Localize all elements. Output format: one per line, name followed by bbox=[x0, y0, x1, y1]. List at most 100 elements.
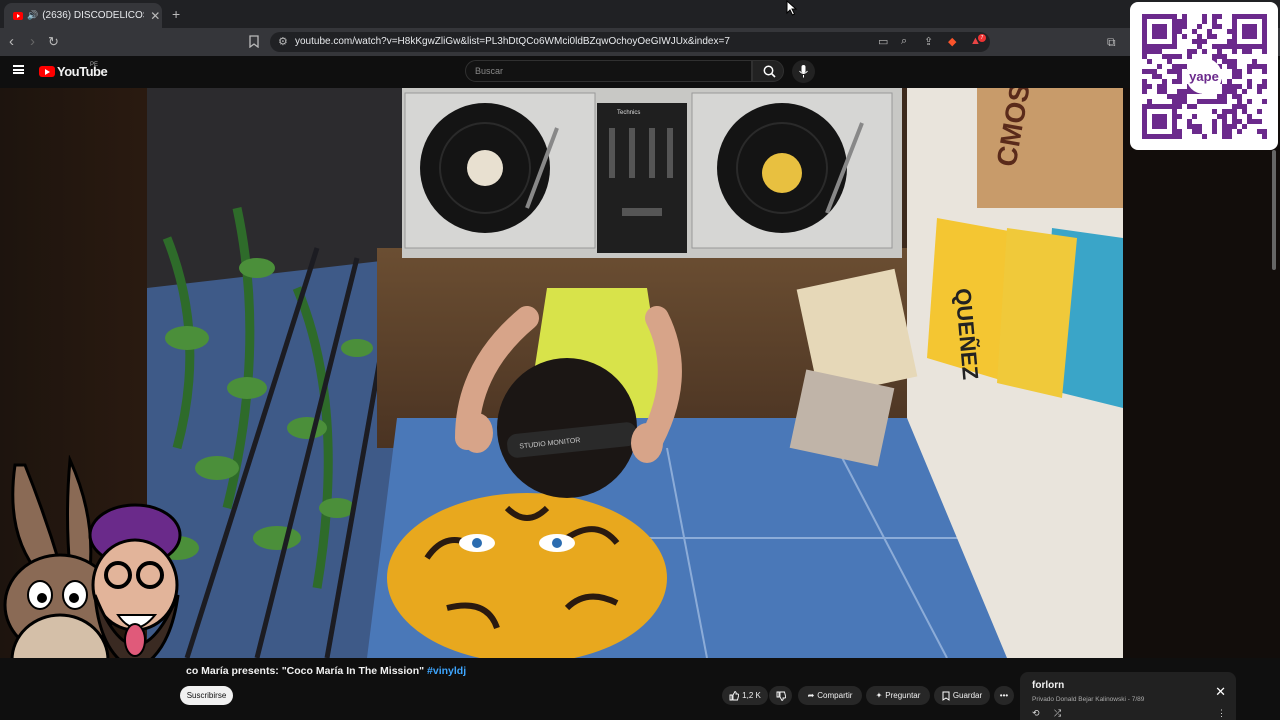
qr-module bbox=[1222, 94, 1227, 99]
playlist-menu-icon[interactable]: ⋮ bbox=[1217, 708, 1226, 719]
qr-finder bbox=[1152, 24, 1167, 39]
qr-module bbox=[1162, 79, 1167, 84]
bookmark-icon[interactable] bbox=[249, 35, 259, 48]
qr-module bbox=[1187, 89, 1192, 94]
sidebar-toggle-icon[interactable]: ⧉ bbox=[1107, 33, 1116, 51]
active-tab[interactable]: 🔊 (2636) DISCODELICOS - Sessi ✕ bbox=[4, 3, 162, 28]
speaker-icon[interactable]: 🔊 bbox=[27, 10, 38, 21]
more-actions-button[interactable]: ••• bbox=[994, 686, 1014, 705]
qr-module bbox=[1212, 44, 1217, 49]
qr-module bbox=[1222, 129, 1227, 134]
qr-module bbox=[1172, 99, 1177, 104]
address-bar: ‹ › ↻ ⚙ youtube.com/watch?v=H8kKgwZliGw&… bbox=[0, 28, 1280, 56]
hashtag-link[interactable]: #vinyldj bbox=[427, 665, 466, 677]
share-button[interactable]: ➦ Compartir bbox=[798, 686, 862, 705]
qr-module bbox=[1187, 49, 1192, 54]
qr-module bbox=[1232, 59, 1237, 64]
qr-module bbox=[1177, 19, 1182, 24]
voice-search-button[interactable] bbox=[792, 60, 815, 83]
brave-shield-icon[interactable]: ◆ bbox=[948, 35, 956, 48]
search-button[interactable] bbox=[752, 60, 784, 82]
qr-module bbox=[1262, 49, 1267, 54]
qr-module bbox=[1182, 24, 1187, 29]
qr-module bbox=[1192, 39, 1197, 44]
save-button[interactable]: Guardar bbox=[934, 686, 990, 705]
zoom-icon[interactable]: ⌕ bbox=[901, 35, 907, 48]
close-tab-icon[interactable]: ✕ bbox=[150, 9, 160, 23]
qr-module bbox=[1247, 49, 1252, 54]
qr-module bbox=[1232, 69, 1237, 74]
qr-module bbox=[1197, 34, 1202, 39]
qr-module bbox=[1222, 44, 1227, 49]
qr-module bbox=[1212, 124, 1217, 129]
qr-finder bbox=[1242, 24, 1257, 39]
qr-code: yape bbox=[1142, 14, 1267, 139]
qr-module bbox=[1157, 64, 1162, 69]
subscribe-button[interactable]: Suscribirse bbox=[180, 686, 233, 705]
url-field[interactable]: ⚙ youtube.com/watch?v=H8kKgwZliGw&list=P… bbox=[270, 32, 990, 52]
qr-module bbox=[1177, 94, 1182, 99]
qr-module bbox=[1212, 14, 1217, 19]
qr-module bbox=[1192, 49, 1197, 54]
qr-module bbox=[1257, 119, 1262, 124]
dislike-button[interactable] bbox=[769, 686, 792, 705]
new-tab-icon[interactable]: + bbox=[172, 6, 180, 22]
qr-module bbox=[1142, 84, 1147, 89]
playlist-panel: forlorn Privado Donald Bejar Kalinowski … bbox=[1020, 672, 1236, 720]
qr-module bbox=[1227, 59, 1232, 64]
mouse-cursor-icon bbox=[786, 0, 798, 16]
youtube-logo-icon[interactable] bbox=[39, 66, 55, 77]
qr-module bbox=[1172, 94, 1177, 99]
reload-icon[interactable]: ↻ bbox=[48, 33, 59, 51]
ask-button[interactable]: ✦ Preguntar bbox=[866, 686, 930, 705]
search-input[interactable]: Buscar bbox=[465, 60, 752, 82]
qr-module bbox=[1177, 54, 1182, 59]
playlist-title[interactable]: forlorn bbox=[1032, 680, 1064, 691]
like-button[interactable]: 1,2 K bbox=[722, 686, 768, 705]
qr-module bbox=[1237, 69, 1242, 74]
qr-module bbox=[1152, 69, 1157, 74]
qr-module bbox=[1142, 49, 1147, 54]
qr-module bbox=[1192, 114, 1197, 119]
forward-icon[interactable]: › bbox=[30, 33, 35, 51]
like-count: 1,2 K bbox=[742, 691, 761, 700]
search-placeholder: Buscar bbox=[475, 66, 504, 76]
qr-module bbox=[1192, 29, 1197, 34]
qr-module bbox=[1197, 39, 1202, 44]
qr-module bbox=[1182, 34, 1187, 39]
qr-module bbox=[1172, 64, 1177, 69]
cast-icon[interactable]: ▭ bbox=[878, 35, 888, 48]
qr-module bbox=[1247, 99, 1252, 104]
qr-module bbox=[1262, 129, 1267, 134]
qr-module bbox=[1247, 84, 1252, 89]
tab-title: (2636) DISCODELICOS - Sessi bbox=[42, 10, 145, 21]
qr-module bbox=[1237, 104, 1242, 109]
close-playlist-icon[interactable]: ✕ bbox=[1215, 684, 1226, 700]
qr-module bbox=[1202, 49, 1207, 54]
qr-module bbox=[1217, 94, 1222, 99]
video-player[interactable]: CMOS QUEÑEZ Technics STUDIO MONITOR bbox=[147, 88, 1123, 658]
scrollbar-thumb[interactable] bbox=[1272, 150, 1276, 270]
qr-code-overlay: yape bbox=[1130, 2, 1278, 150]
back-icon[interactable]: ‹ bbox=[9, 33, 14, 51]
qr-module bbox=[1227, 129, 1232, 134]
qr-module bbox=[1147, 69, 1152, 74]
qr-module bbox=[1217, 24, 1222, 29]
share-page-icon[interactable]: ⇪ bbox=[924, 35, 933, 48]
qr-module bbox=[1192, 104, 1197, 109]
qr-module bbox=[1217, 49, 1222, 54]
site-info-icon[interactable]: ⚙ bbox=[278, 35, 288, 48]
qr-module bbox=[1242, 124, 1247, 129]
qr-module bbox=[1232, 49, 1237, 54]
youtube-wordmark[interactable]: YouTube bbox=[57, 64, 108, 79]
menu-icon[interactable] bbox=[13, 65, 24, 74]
qr-module bbox=[1212, 54, 1217, 59]
shuffle-icon[interactable]: ⤮ bbox=[1054, 708, 1061, 719]
qr-module bbox=[1152, 49, 1157, 54]
qr-module bbox=[1222, 84, 1227, 89]
qr-module bbox=[1202, 14, 1207, 19]
qr-module bbox=[1232, 94, 1237, 99]
qr-module bbox=[1262, 134, 1267, 139]
qr-finder bbox=[1152, 114, 1167, 129]
loop-icon[interactable]: ⟲ bbox=[1032, 708, 1040, 719]
